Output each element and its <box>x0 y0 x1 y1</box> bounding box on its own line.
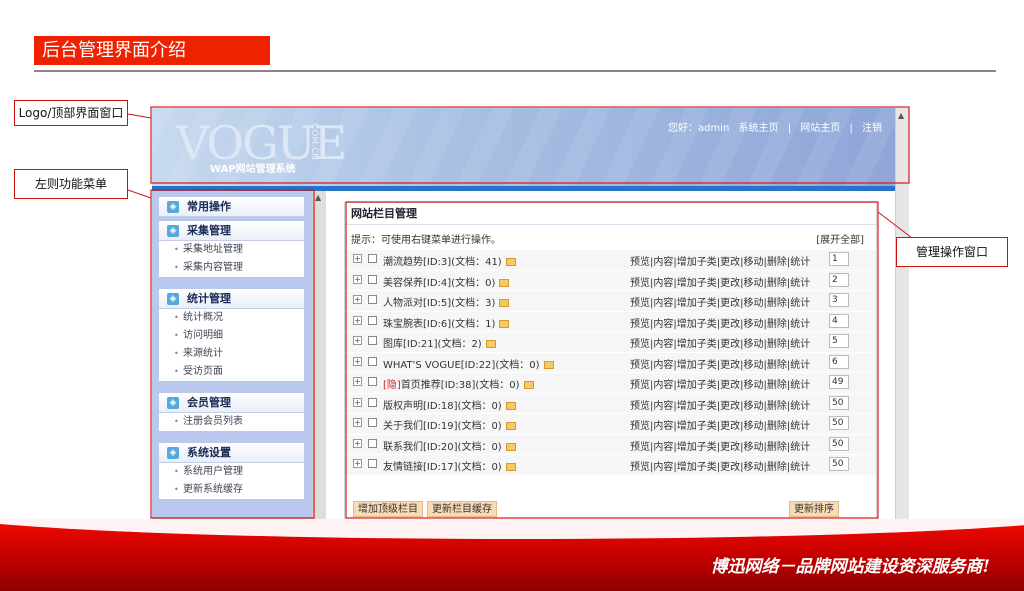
callout-logo: Logo/顶部界面窗口 <box>14 100 128 126</box>
callout-lines <box>127 106 913 519</box>
footer-slogan: 博迅网络－品牌网站建设资深服务商! <box>710 557 990 577</box>
callout-manage: 管理操作窗口 <box>896 237 1008 267</box>
callout-menu: 左则功能菜单 <box>14 169 128 199</box>
footer-banner: 博迅网络－品牌网站建设资深服务商! <box>0 519 1024 591</box>
banner-curve <box>0 519 1024 539</box>
